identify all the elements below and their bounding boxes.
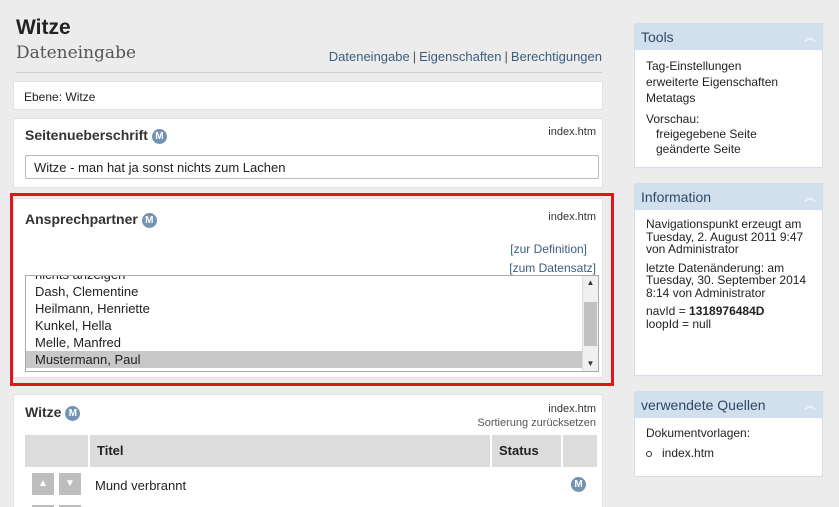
column-header-actions: [25, 435, 88, 467]
nav-link-berechtigungen[interactable]: Berechtigungen: [511, 49, 602, 64]
chevron-up-icon[interactable]: ︿: [804, 24, 816, 50]
sources-panel-title: verwendete Quellen: [641, 397, 766, 413]
file-reference: index.htm: [548, 403, 596, 415]
navid-value: 1318976484D: [689, 304, 765, 318]
chevron-up-icon[interactable]: ︿: [804, 392, 816, 418]
tools-panel-title: Tools: [641, 29, 674, 45]
tools-panel-body: Tag-Einstellungen erweiterte Eigenschaft…: [635, 50, 822, 165]
changed-info: letzte Datenänderung: am Tuesday, 30. Se…: [646, 260, 807, 300]
information-panel: Information ︿ Navigationspunkt erzeugt a…: [634, 183, 823, 376]
seitenueberschrift-input[interactable]: [25, 155, 599, 179]
nav-link-dateneingabe[interactable]: Dateneingabe: [329, 49, 410, 64]
page-title: Witze: [16, 16, 71, 39]
header-nav: Dateneingabe | Eigenschaften | Berechtigunge…: [329, 49, 602, 64]
section-title-text: Witze: [25, 404, 62, 420]
navid-label: navId =: [646, 304, 690, 318]
sources-panel: verwendete Quellen ︿ Dokumentvorlagen: i…: [634, 391, 823, 477]
page-subtitle: Dateneingabe: [16, 43, 137, 63]
tools-panel-header[interactable]: Tools ︿: [635, 24, 822, 50]
tool-link-erweiterte-eigenschaften[interactable]: erweiterte Eigenschaften: [646, 74, 811, 90]
section-title: Witze M: [25, 404, 81, 421]
chevron-up-icon[interactable]: ︿: [804, 184, 816, 210]
nav-separator: |: [412, 49, 417, 64]
list-item: index.htm: [646, 446, 811, 461]
loopid-line: loopId = null: [646, 316, 712, 331]
tools-panel: Tools ︿ Tag-Einstellungen erweiterte Eig…: [634, 23, 823, 168]
column-header-extra: [561, 435, 597, 467]
sources-label: Dokumentvorlagen:: [646, 426, 751, 440]
bullet-icon: [646, 450, 652, 457]
level-panel: Ebene: Witze: [13, 81, 603, 110]
information-panel-title: Information: [641, 189, 712, 205]
file-reference: index.htm: [548, 126, 596, 138]
created-info: Navigationspunkt erzeugt am Tuesday, 2. …: [646, 217, 804, 256]
move-up-icon[interactable]: ▲: [32, 473, 54, 495]
nav-separator: |: [504, 49, 508, 64]
move-down-icon[interactable]: ▼: [59, 473, 81, 495]
table-header: Titel Status: [25, 435, 597, 467]
header-divider: [16, 72, 602, 73]
level-text: Ebene: Witze: [24, 90, 96, 104]
nav-link-eigenschaften[interactable]: Eigenschaften: [419, 49, 501, 64]
tool-link-tag-einstellungen[interactable]: Tag-Einstellungen: [646, 58, 811, 74]
section-seitenueberschrift: Seitenueberschrift M index.htm: [13, 118, 603, 188]
reset-sort-link[interactable]: Sortierung zurücksetzen: [477, 417, 596, 429]
preview-label: Vorschau:: [646, 112, 700, 126]
preview-link-released[interactable]: freigegebene Seite: [646, 127, 811, 142]
column-header-titel[interactable]: Titel: [88, 435, 490, 467]
m-badge-icon[interactable]: M: [151, 129, 167, 144]
table-row: ▲ ▼ Mund verbrannt M: [25, 469, 597, 501]
section-title: Seitenueberschrift M: [25, 127, 167, 144]
preview-link-changed[interactable]: geänderte Seite: [646, 142, 811, 157]
sources-panel-header[interactable]: verwendete Quellen ︿: [635, 392, 822, 418]
information-panel-body: Navigationspunkt erzeugt am Tuesday, 2. …: [635, 210, 822, 338]
highlight-frame: [10, 193, 614, 386]
information-panel-header[interactable]: Information ︿: [635, 184, 822, 210]
m-badge-icon[interactable]: M: [65, 406, 81, 421]
tool-link-metatags[interactable]: Metatags: [646, 90, 811, 106]
sources-panel-body: Dokumentvorlagen: index.htm: [635, 418, 822, 469]
section-witze: Witze M index.htm Sortierung zurücksetzen…: [13, 394, 603, 507]
row-title[interactable]: Mund verbrannt: [95, 478, 186, 493]
m-badge-icon[interactable]: M: [571, 477, 586, 492]
navid-line: navId = 1318976484D: [646, 305, 811, 318]
source-link[interactable]: index.htm: [662, 446, 714, 461]
section-title-text: Seitenueberschrift: [25, 127, 148, 143]
column-header-status[interactable]: Status: [490, 435, 561, 467]
